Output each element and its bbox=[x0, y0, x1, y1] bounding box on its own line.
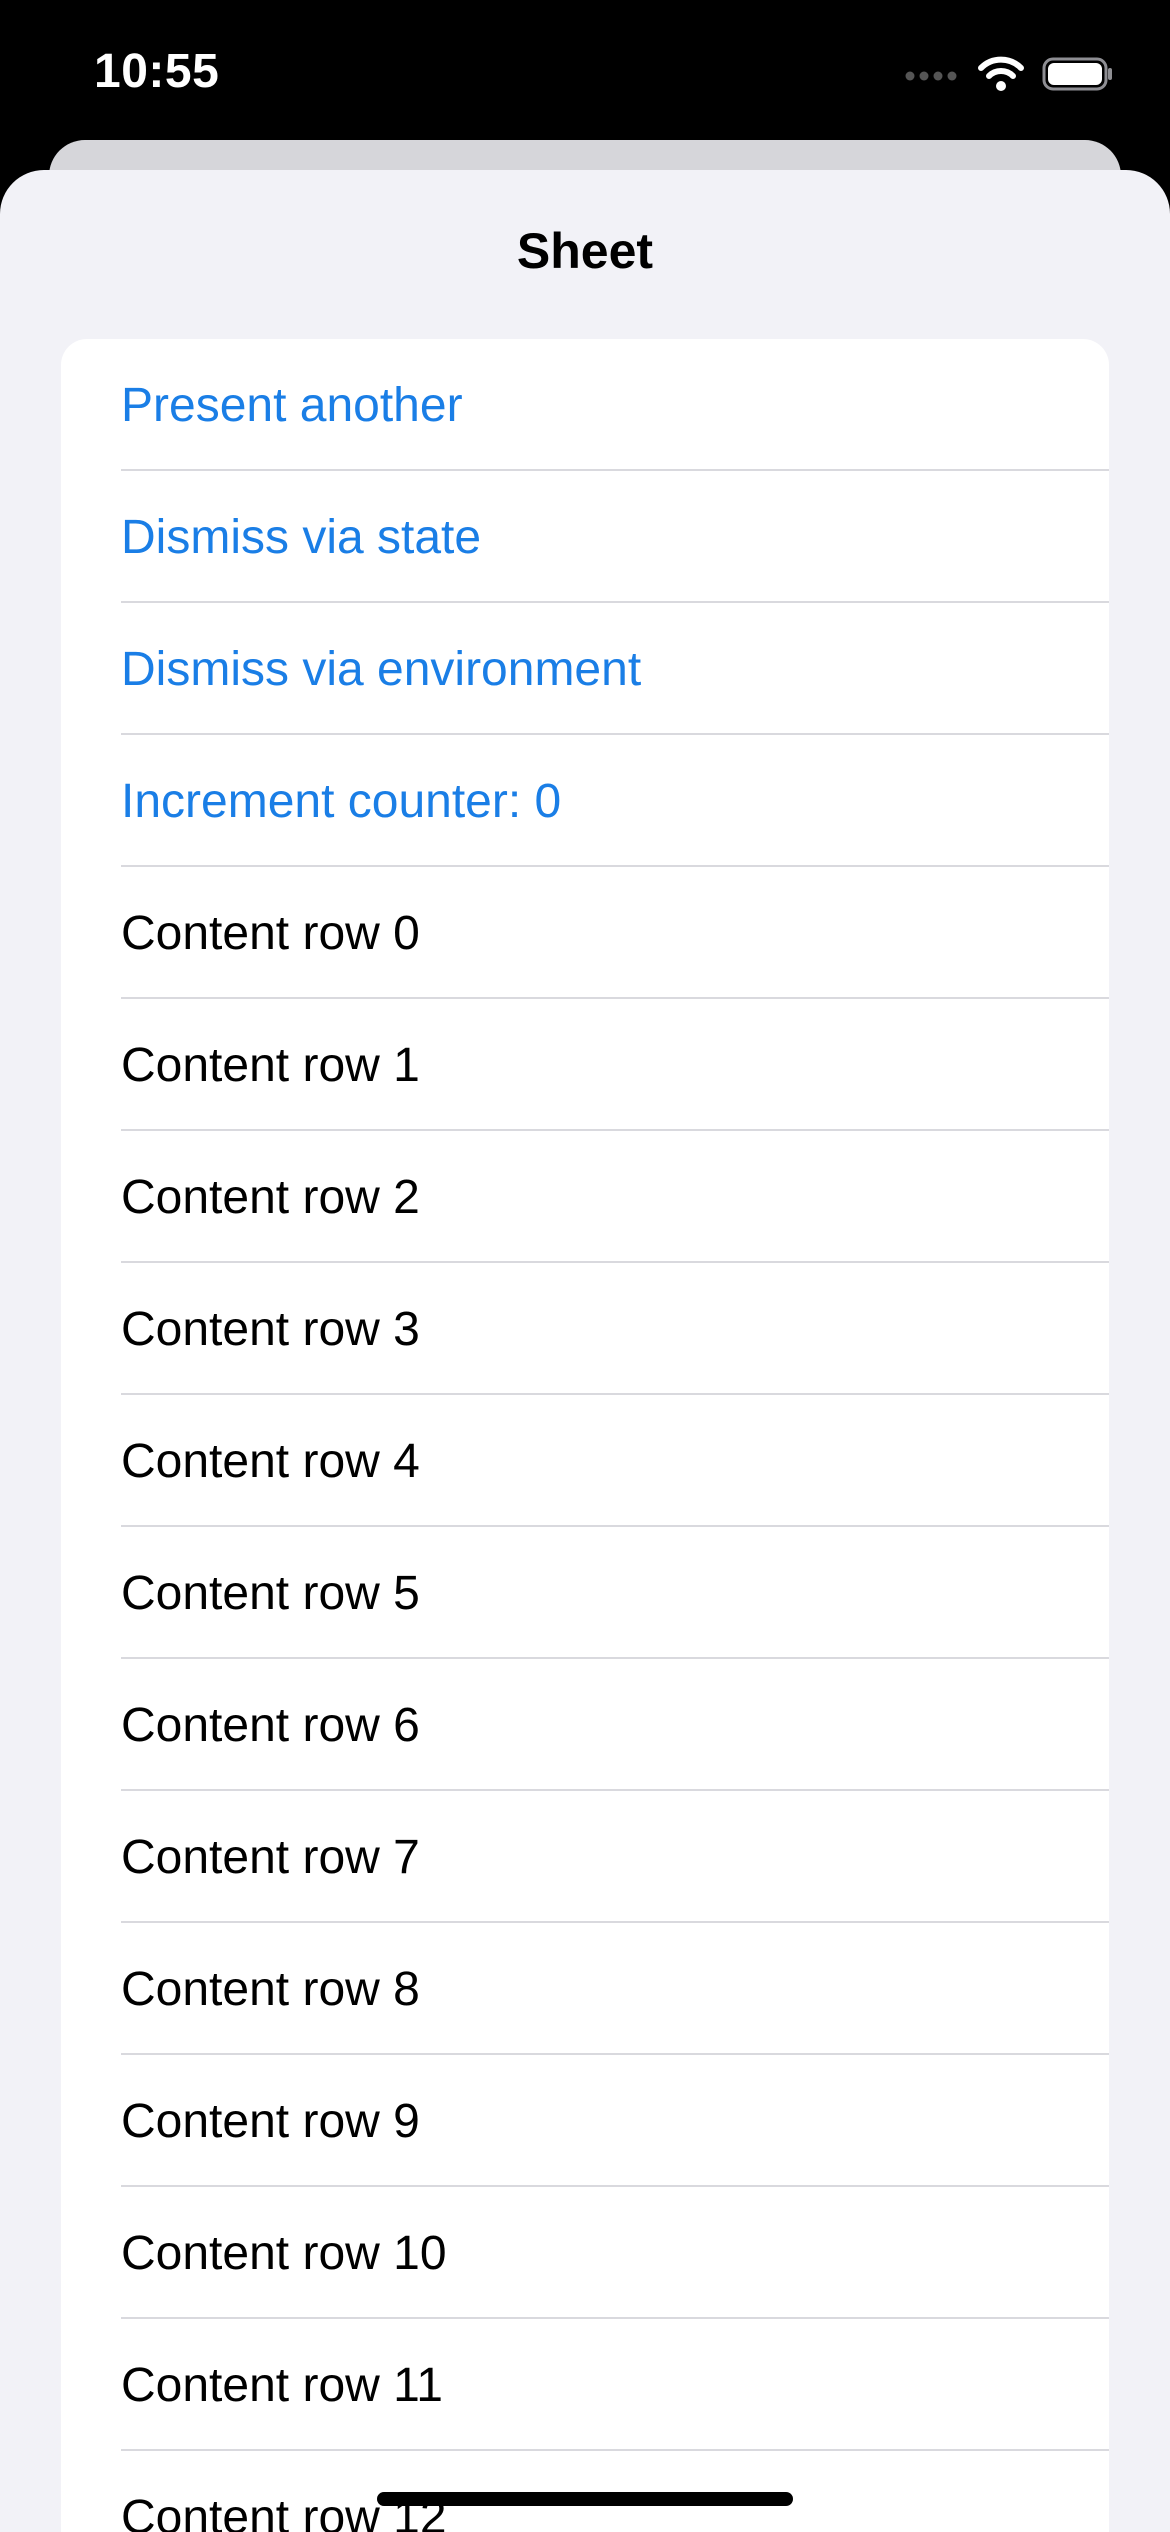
list-item: Content row 7 bbox=[61, 1791, 1109, 1923]
list-item: Content row 4 bbox=[61, 1395, 1109, 1527]
list-item: Content row 2 bbox=[61, 1131, 1109, 1263]
list-item: Content row 0 bbox=[61, 867, 1109, 999]
increment-counter-button[interactable]: Increment counter: 0 bbox=[61, 735, 1109, 867]
home-indicator[interactable] bbox=[377, 2492, 793, 2506]
cellular-signal-icon bbox=[904, 67, 960, 86]
dismiss-via-state-button[interactable]: Dismiss via state bbox=[61, 471, 1109, 603]
status-time: 10:55 bbox=[94, 45, 220, 98]
status-indicators bbox=[904, 56, 1114, 96]
list-item: Content row 9 bbox=[61, 2055, 1109, 2187]
present-another-button[interactable]: Present another bbox=[61, 339, 1109, 471]
list-item: Content row 10 bbox=[61, 2187, 1109, 2319]
list-item: Content row 3 bbox=[61, 1263, 1109, 1395]
battery-icon bbox=[1042, 56, 1114, 97]
sheet[interactable]: Sheet Present another Dismiss via state … bbox=[0, 170, 1170, 2532]
list-item: Content row 8 bbox=[61, 1923, 1109, 2055]
sheet-title: Sheet bbox=[516, 223, 654, 279]
list-item: Content row 5 bbox=[61, 1527, 1109, 1659]
list-item: Content row 6 bbox=[61, 1659, 1109, 1791]
list-item: Content row 1 bbox=[61, 999, 1109, 1131]
status-bar: 10:55 bbox=[0, 0, 1170, 140]
dismiss-via-environment-button[interactable]: Dismiss via environment bbox=[61, 603, 1109, 735]
list[interactable]: Present another Dismiss via state Dismis… bbox=[61, 339, 1109, 2532]
list-item: Content row 11 bbox=[61, 2319, 1109, 2451]
wifi-icon bbox=[978, 56, 1024, 97]
